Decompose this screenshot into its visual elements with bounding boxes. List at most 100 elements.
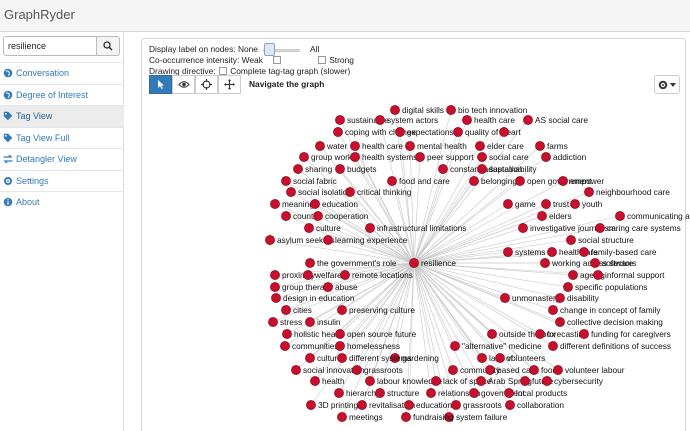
graph-node-dot[interactable] bbox=[535, 329, 545, 339]
graph-node-dot[interactable] bbox=[595, 223, 605, 233]
graph-node-dot[interactable] bbox=[548, 341, 558, 351]
graph-node-dot[interactable] bbox=[405, 141, 415, 151]
graph-node-dot[interactable] bbox=[270, 282, 280, 292]
graph-node-dot[interactable] bbox=[271, 293, 281, 303]
graph-node-dot[interactable] bbox=[495, 353, 505, 363]
graph-node[interactable]: different definitions of success bbox=[548, 341, 671, 351]
graph-node-dot[interactable] bbox=[335, 341, 345, 351]
graph-node[interactable]: "alternative" medicine bbox=[450, 341, 542, 351]
graph-node[interactable]: sharing bbox=[293, 164, 333, 174]
graph-node[interactable]: change in concept of family bbox=[548, 305, 661, 315]
graph-node-dot[interactable] bbox=[579, 329, 589, 339]
graph-node-dot[interactable] bbox=[450, 341, 460, 351]
graph-node-dot[interactable] bbox=[395, 127, 405, 137]
graph-node-dot[interactable] bbox=[555, 317, 565, 327]
graph-node[interactable]: abuse bbox=[323, 282, 358, 292]
graph-node[interactable]: elder care bbox=[475, 141, 524, 151]
graph-node-dot[interactable] bbox=[282, 329, 292, 339]
graph-node-dot[interactable] bbox=[579, 247, 589, 257]
graph-node[interactable]: remote locations bbox=[340, 270, 413, 280]
graph-node[interactable]: 3D printing bbox=[306, 400, 359, 410]
graph-node[interactable]: elders bbox=[537, 211, 572, 221]
graph-node-dot[interactable] bbox=[590, 258, 600, 268]
graph-node[interactable]: peer support bbox=[415, 152, 474, 162]
graph-node-dot[interactable] bbox=[350, 152, 360, 162]
graph-node-dot[interactable] bbox=[537, 211, 547, 221]
graph-node-dot[interactable] bbox=[529, 365, 539, 375]
graph-node[interactable]: meetings bbox=[337, 412, 383, 422]
graph-node[interactable]: digital skills bbox=[390, 105, 444, 115]
graph-node-dot[interactable] bbox=[469, 176, 479, 186]
graph-node[interactable]: insulin bbox=[305, 317, 341, 327]
graph-node-dot[interactable] bbox=[365, 223, 375, 233]
graph-node[interactable]: budgets bbox=[335, 164, 377, 174]
graph-node[interactable]: different systems bbox=[337, 353, 412, 363]
graph-node[interactable]: caring care systems bbox=[595, 223, 681, 233]
graph-node-dot[interactable] bbox=[270, 199, 280, 209]
graph-node-dot[interactable] bbox=[286, 187, 296, 197]
graph-node-dot[interactable] bbox=[487, 329, 497, 339]
graph-node-dot[interactable] bbox=[280, 341, 290, 351]
graph-node-dot[interactable] bbox=[281, 305, 291, 315]
graph-node-dot[interactable] bbox=[553, 365, 563, 375]
graph-node[interactable]: food and care bbox=[387, 176, 450, 186]
graph-node-dot[interactable] bbox=[462, 115, 472, 125]
graph-node[interactable]: structure bbox=[375, 388, 420, 398]
graph-node-dot[interactable] bbox=[345, 187, 355, 197]
graph-node[interactable]: culture bbox=[304, 223, 341, 233]
graph-node-dot[interactable] bbox=[335, 115, 345, 125]
graph-node-dot[interactable] bbox=[323, 235, 333, 245]
graph-node[interactable]: cities bbox=[281, 305, 312, 315]
graph-node[interactable]: youth bbox=[570, 199, 603, 209]
graph-node[interactable]: volunteers bbox=[495, 353, 545, 363]
graph-node[interactable]: hierarchy bbox=[334, 388, 381, 398]
graph-node[interactable]: welfare bbox=[303, 270, 342, 280]
graph-node[interactable]: communicating about difficult topics bbox=[615, 211, 690, 221]
graph-node[interactable]: culture bbox=[305, 353, 342, 363]
graph-node-dot[interactable] bbox=[303, 270, 313, 280]
graph-node-dot[interactable] bbox=[477, 152, 487, 162]
graph-node-dot[interactable] bbox=[485, 365, 495, 375]
graph-node[interactable]: water bbox=[315, 141, 348, 151]
graph-node-dot[interactable] bbox=[390, 105, 400, 115]
graph-node[interactable]: disability bbox=[555, 293, 600, 303]
graph-node-dot[interactable] bbox=[505, 400, 515, 410]
graph-node-dot[interactable] bbox=[337, 305, 347, 315]
graph-node-center[interactable]: resilience bbox=[409, 258, 456, 268]
graph-node-dot[interactable] bbox=[548, 305, 558, 315]
graph-node-dot[interactable] bbox=[518, 223, 528, 233]
graph-node-dot[interactable] bbox=[265, 235, 275, 245]
graph-node[interactable]: AS social care bbox=[523, 115, 588, 125]
graph-node-dot[interactable] bbox=[542, 376, 552, 386]
graph-node-dot[interactable] bbox=[593, 270, 603, 280]
graph-node-dot[interactable] bbox=[555, 293, 565, 303]
graph-node[interactable]: health care bbox=[462, 115, 515, 125]
graph-node[interactable]: art bbox=[499, 127, 521, 137]
graph-node-dot[interactable] bbox=[305, 258, 315, 268]
graph-node[interactable]: collective decision making bbox=[555, 317, 663, 327]
graph-node-dot[interactable] bbox=[448, 365, 458, 375]
graph-node[interactable]: software bbox=[590, 258, 634, 268]
graph-node-dot[interactable] bbox=[438, 164, 448, 174]
graph-node-dot[interactable] bbox=[523, 115, 533, 125]
graph-node-dot[interactable] bbox=[541, 199, 551, 209]
graph-node[interactable]: health bbox=[310, 376, 345, 386]
graph-node-dot[interactable] bbox=[333, 127, 343, 137]
graph-node-dot[interactable] bbox=[476, 376, 486, 386]
graph-node-dot[interactable] bbox=[563, 282, 573, 292]
graph-node-dot[interactable] bbox=[323, 282, 333, 292]
graph-node-dot[interactable] bbox=[268, 317, 278, 327]
graph-node[interactable]: addiction bbox=[541, 152, 587, 162]
graph-node[interactable]: family-based care bbox=[579, 247, 657, 257]
graph-node-dot[interactable] bbox=[352, 365, 362, 375]
graph-node-dot[interactable] bbox=[281, 176, 291, 186]
graph-node-dot[interactable] bbox=[310, 376, 320, 386]
tag-graph[interactable]: digital skills bio tech innovation sustain… bbox=[0, 0, 690, 431]
graph-node[interactable]: informal support bbox=[593, 270, 665, 280]
graph-node[interactable]: the government's role bbox=[305, 258, 397, 268]
graph-node-dot[interactable] bbox=[293, 164, 303, 174]
graph-node-dot[interactable] bbox=[357, 400, 367, 410]
graph-node-dot[interactable] bbox=[375, 115, 385, 125]
graph-node-dot[interactable] bbox=[350, 141, 360, 151]
graph-node[interactable]: social fabric bbox=[281, 176, 337, 186]
